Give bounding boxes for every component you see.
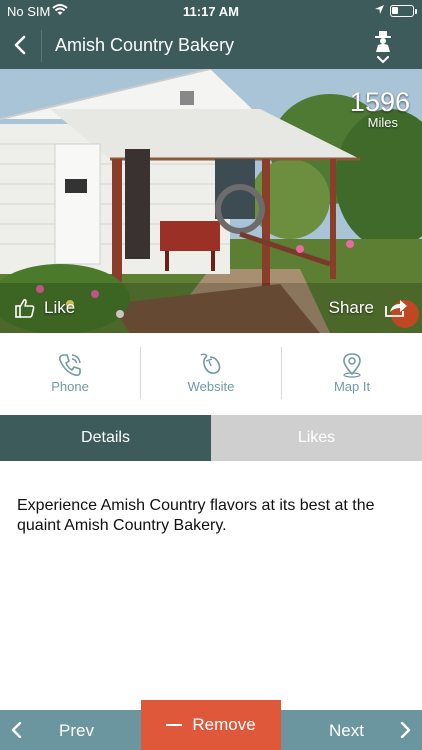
share-button[interactable]: Share <box>329 295 408 321</box>
chevron-right-icon <box>400 722 411 738</box>
status-time: 11:17 AM <box>183 4 239 19</box>
like-button[interactable]: Like <box>14 295 75 321</box>
location-arrow-icon <box>375 5 384 14</box>
share-label: Share <box>328 298 374 317</box>
distance-unit: Miles <box>367 115 398 130</box>
nav-divider <box>41 30 42 62</box>
website-action[interactable]: Website <box>141 333 281 415</box>
nav-bar: Amish Country Bakery <box>0 22 422 69</box>
battery-nub <box>415 9 417 14</box>
remove-label: Remove <box>192 715 256 734</box>
contact-actions: Phone Website Map It <box>0 333 422 415</box>
remove-button[interactable]: Remove <box>141 700 281 750</box>
phone-icon <box>59 354 81 377</box>
tab-details[interactable]: Details <box>0 415 211 461</box>
mouse-icon <box>200 353 221 374</box>
amish-person-icon[interactable] <box>372 30 394 52</box>
back-chevron-icon[interactable] <box>10 34 32 56</box>
status-bar: No SIM 11:17 AM <box>0 0 422 22</box>
description-text: Experience Amish Country flavors at its … <box>17 497 375 534</box>
chevron-left-icon <box>11 722 22 738</box>
battery-icon <box>390 5 414 17</box>
minus-icon <box>166 724 183 726</box>
hero-photo: 1596 Miles Like Share <box>0 69 422 333</box>
distance-value: 1596 <box>349 87 410 117</box>
map-pin-icon <box>343 353 361 378</box>
prev-label: Prev <box>59 721 94 740</box>
page-title: Amish Country Bakery <box>55 35 235 55</box>
chevron-down-icon[interactable] <box>377 56 389 64</box>
share-icon <box>385 300 407 317</box>
next-button[interactable]: Next <box>281 710 422 750</box>
phone-action[interactable]: Phone <box>0 333 140 415</box>
tab-likes[interactable]: Likes <box>211 415 422 461</box>
phone-label: Phone <box>51 379 89 394</box>
prev-button[interactable]: Prev <box>0 710 141 750</box>
map-action[interactable]: Map It <box>282 333 422 415</box>
map-label: Map It <box>333 379 371 394</box>
like-label: Like <box>44 298 76 317</box>
website-label: Website <box>187 379 235 394</box>
thumbs-up-icon <box>15 298 35 318</box>
next-label: Next <box>329 721 364 740</box>
tab-bar: Details Likes <box>0 415 422 461</box>
